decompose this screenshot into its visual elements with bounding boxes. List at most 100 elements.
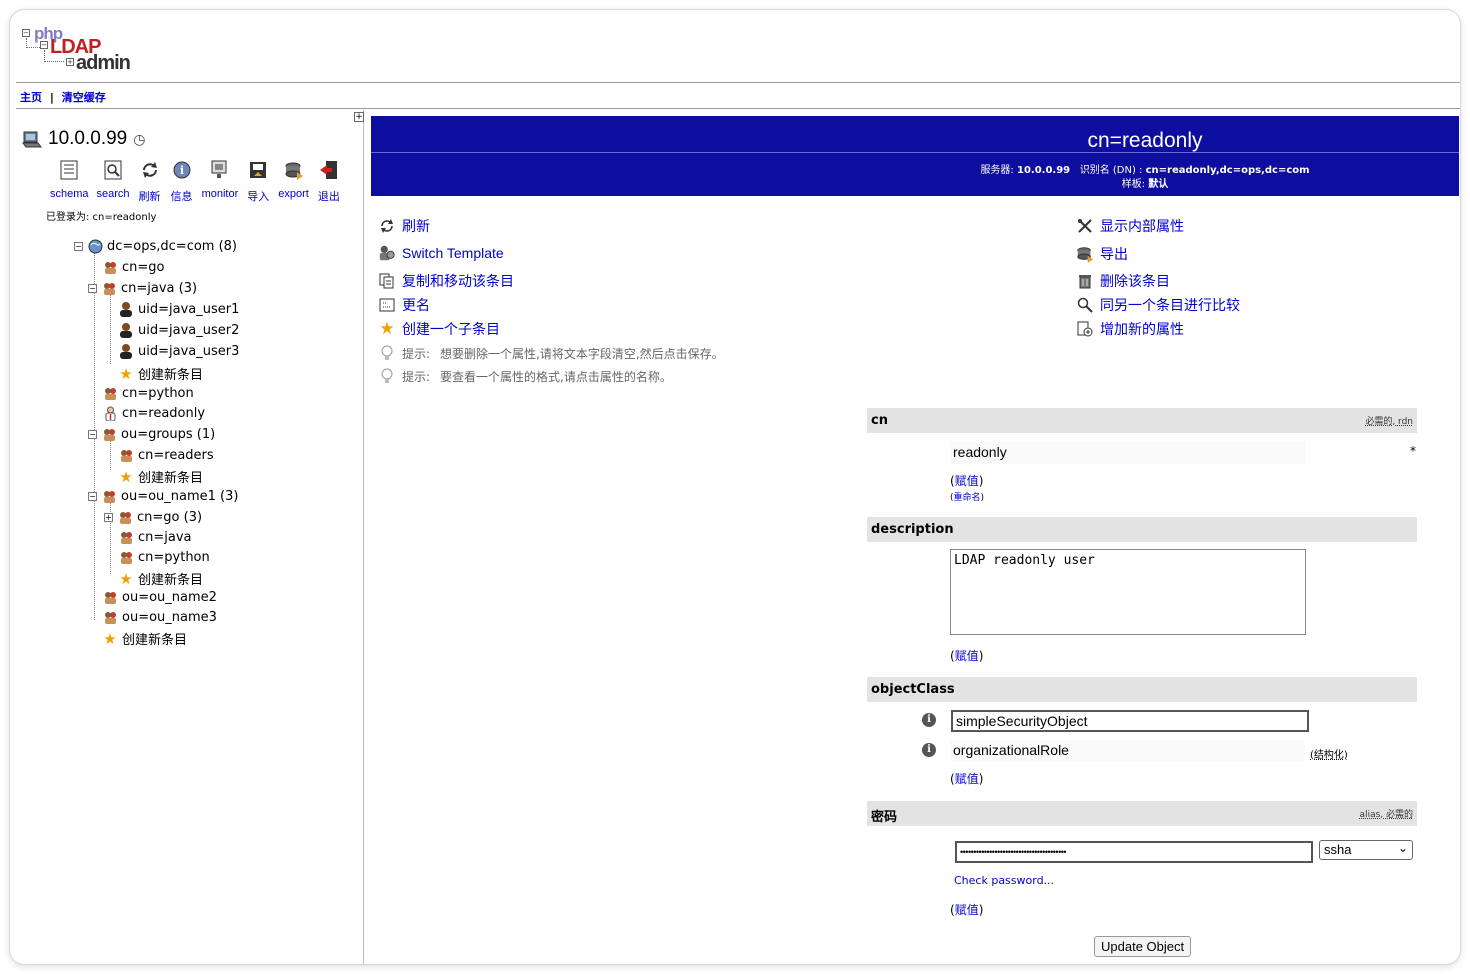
collapse-toggle[interactable]: − [88, 429, 97, 439]
toolbar-search[interactable]: search [97, 158, 130, 204]
info-icon[interactable]: i [922, 713, 936, 727]
action-label[interactable]: 导出 [1100, 244, 1128, 264]
tree-node-java-user3[interactable]: uid=java_user3 [118, 343, 239, 359]
action-label[interactable]: Switch Template [402, 245, 504, 261]
action-label[interactable]: 增加新的属性 [1100, 319, 1184, 339]
action-compare[interactable]: 同另一个条目进行比较 [1076, 295, 1240, 315]
assign-link[interactable]: 赋值 [955, 474, 979, 488]
refresh-icon [138, 158, 162, 182]
toolbar-export[interactable]: export [278, 158, 309, 204]
tree-node-cn-python-2[interactable]: cn=python [118, 549, 210, 565]
tree-node-cn-go[interactable]: cn=go [102, 259, 165, 275]
tree-node-label[interactable]: 创建新条目 [138, 364, 203, 383]
rename-link[interactable]: 重命名 [954, 493, 981, 503]
tree-node-label[interactable]: uid=java_user3 [138, 344, 239, 359]
action-rename[interactable]: 更名 [378, 295, 430, 315]
phpldapadmin-logo[interactable]: − php − LDAP + admin [22, 24, 132, 76]
attribute-name[interactable]: 密码 [871, 810, 897, 825]
home-link[interactable]: 主页 [20, 91, 42, 104]
action-label[interactable]: 复制和移动该条目 [402, 271, 514, 291]
toolbar-logout[interactable]: 退出 [317, 158, 341, 204]
attribute-header-description[interactable]: description [867, 517, 1417, 542]
assign-link[interactable]: 赋值 [955, 649, 979, 663]
toolbar-monitor[interactable]: monitor [202, 158, 238, 204]
action-refresh[interactable]: 刷新 [378, 216, 430, 236]
update-object-button[interactable]: Update Object [1094, 936, 1192, 957]
tree-node-label[interactable]: cn=python [138, 550, 210, 565]
toolbar-refresh[interactable]: 刷新 [138, 158, 162, 204]
tree-node-label[interactable]: cn=java [138, 530, 192, 545]
action-label[interactable]: 刷新 [402, 216, 430, 236]
action-show-internal[interactable]: 显示内部属性 [1076, 216, 1184, 236]
action-copy-move[interactable]: 复制和移动该条目 [378, 271, 514, 291]
objectclass-input-1[interactable]: simpleSecurityObject [951, 710, 1309, 732]
tree-node-ou-groups[interactable]: − ou=groups (1) [88, 426, 215, 442]
tree-node-label[interactable]: cn=go [122, 260, 165, 275]
tree-node-cn-go-3[interactable]: + cn=go (3) [104, 509, 202, 525]
action-switch-template[interactable]: Switch Template [378, 244, 504, 262]
action-label[interactable]: 删除该条目 [1100, 271, 1170, 291]
expand-toggle[interactable]: + [104, 512, 113, 522]
hash-select[interactable]: ssha ⌄ [1319, 840, 1413, 860]
tree-node-label[interactable]: cn=readonly [122, 406, 205, 421]
tree-node-label[interactable]: cn=python [122, 386, 194, 401]
tree-node-label[interactable]: cn=readers [138, 448, 214, 463]
tree-create-entry[interactable]: ★ 创建新条目 [118, 467, 203, 487]
toolbar-import[interactable]: 导入 [246, 158, 270, 204]
expand-panel-button[interactable]: + [354, 112, 364, 122]
tree-node-ou-name1[interactable]: − ou=ou_name1 (3) [88, 488, 238, 504]
toolbar-info[interactable]: i 信息 [170, 158, 194, 204]
tree-node-label[interactable]: cn=java (3) [121, 281, 197, 296]
description-textarea[interactable]: LDAP readonly user [950, 549, 1306, 635]
collapse-toggle[interactable]: − [88, 283, 97, 293]
tree-node-label[interactable]: dc=ops,dc=com (8) [107, 239, 237, 254]
collapse-toggle[interactable]: − [88, 491, 97, 501]
tree-node-ou-name3[interactable]: ou=ou_name3 [102, 609, 217, 625]
tree-node-cn-python[interactable]: cn=python [102, 385, 194, 401]
server-name-link[interactable]: 10.0.0.99 [48, 128, 127, 150]
tree-node-label[interactable]: uid=java_user1 [138, 302, 239, 317]
tree-node-cn-java[interactable]: − cn=java (3) [88, 280, 197, 296]
check-password-link[interactable]: Check password... [954, 874, 1054, 887]
tree-create-entry[interactable]: ★ 创建新条目 [102, 629, 187, 649]
tree-node-label[interactable]: 创建新条目 [138, 467, 203, 486]
action-label[interactable]: 创建一个子条目 [402, 319, 500, 339]
tree-create-entry[interactable]: ★ 创建新条目 [118, 569, 203, 589]
action-label[interactable]: 更名 [402, 295, 430, 315]
action-delete-entry[interactable]: 删除该条目 [1076, 271, 1170, 291]
collapse-toggle[interactable]: − [74, 241, 83, 251]
password-input[interactable]: •••••••••••••••••••••••••••••••••••••••• [955, 841, 1313, 863]
tree-node-label[interactable]: uid=java_user2 [138, 323, 239, 338]
tree-node-label[interactable]: ou=ou_name1 (3) [121, 489, 238, 504]
tree-node-java-user2[interactable]: uid=java_user2 [118, 322, 239, 338]
tree-node-java-user1[interactable]: uid=java_user1 [118, 301, 239, 317]
attribute-name[interactable]: description [871, 522, 954, 537]
tree-node-cn-readers[interactable]: cn=readers [118, 447, 214, 463]
attribute-name[interactable]: objectClass [871, 682, 955, 697]
assign-link[interactable]: 赋值 [955, 903, 979, 917]
tree-node-cn-java-2[interactable]: cn=java [118, 529, 192, 545]
purge-cache-link[interactable]: 清空缓存 [62, 91, 106, 104]
tree-node-label[interactable]: ou=groups (1) [121, 427, 215, 442]
tree-node-label[interactable]: 创建新条目 [122, 629, 187, 648]
action-label[interactable]: 同另一个条目进行比较 [1100, 295, 1240, 315]
assign-link[interactable]: 赋值 [955, 772, 979, 786]
action-label[interactable]: 显示内部属性 [1100, 216, 1184, 236]
tree-node-label[interactable]: cn=go (3) [137, 510, 202, 525]
tree-node-label[interactable]: ou=ou_name2 [122, 590, 217, 605]
attribute-header-cn[interactable]: cn 必需的, rdn [867, 408, 1417, 433]
tree-node-ou-name2[interactable]: ou=ou_name2 [102, 589, 217, 605]
action-add-attribute[interactable]: 增加新的属性 [1076, 319, 1184, 339]
toolbar-schema[interactable]: schema [50, 158, 89, 204]
tree-node-label[interactable]: ou=ou_name3 [122, 610, 217, 625]
action-create-child[interactable]: ★ 创建一个子条目 [378, 319, 500, 339]
info-icon[interactable]: i [922, 743, 936, 757]
attribute-name[interactable]: cn [871, 413, 888, 428]
tree-node-cn-readonly[interactable]: cn=readonly [102, 405, 205, 421]
action-export[interactable]: 导出 [1076, 244, 1128, 264]
attribute-header-objectclass[interactable]: objectClass [867, 677, 1417, 702]
tree-node-label[interactable]: 创建新条目 [138, 569, 203, 588]
tree-create-entry[interactable]: ★ 创建新条目 [118, 364, 203, 384]
attribute-header-password[interactable]: 密码 alias, 必需的 [867, 801, 1417, 826]
tree-node-root[interactable]: − dc=ops,dc=com (8) [74, 238, 237, 254]
